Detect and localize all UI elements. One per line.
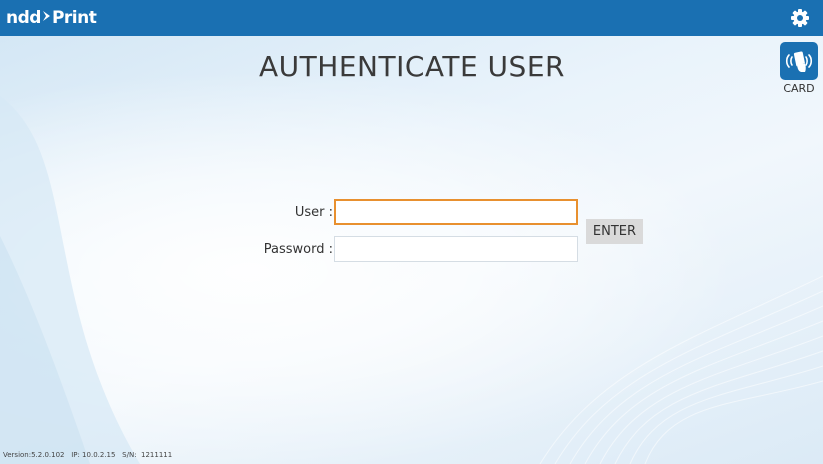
page-title: AUTHENTICATE USER <box>259 50 565 83</box>
app-logo: ndd Print <box>6 6 97 30</box>
device-info-footer: Version:5.2.0.102 IP: 10.0.2.15 S/N: 121… <box>3 451 172 459</box>
gear-icon[interactable] <box>789 7 811 29</box>
serial-text: S/N: 1211111 <box>122 451 173 459</box>
user-label: User : <box>294 205 333 220</box>
logo-text-ndd: ndd <box>6 8 41 28</box>
user-input[interactable] <box>334 199 578 225</box>
logo-text-print: Print <box>51 8 97 28</box>
card-reader-icon <box>785 51 813 72</box>
logo-swoosh-icon <box>42 8 51 28</box>
card-login-button[interactable] <box>780 42 818 80</box>
enter-button[interactable]: ENTER <box>586 219 643 244</box>
top-bar: ndd Print <box>0 0 823 36</box>
version-text: Version:5.2.0.102 <box>3 451 65 459</box>
password-label: Password : <box>263 242 333 257</box>
password-input[interactable] <box>334 236 578 262</box>
card-label: CARD <box>783 82 815 95</box>
ip-text: IP: 10.0.2.15 <box>71 451 116 459</box>
